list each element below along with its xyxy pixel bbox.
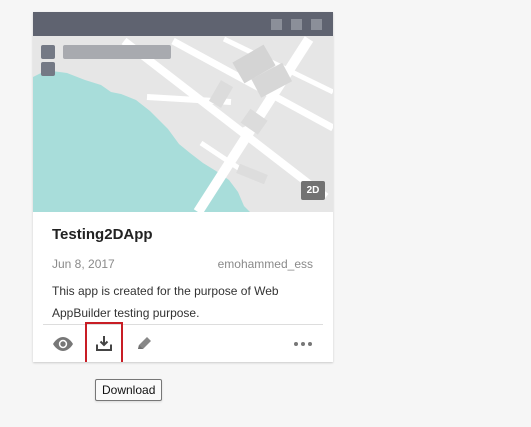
view-button[interactable]	[50, 331, 76, 357]
window-control-3	[311, 19, 322, 30]
app-date: Jun 8, 2017	[52, 257, 115, 271]
map-tool-button-2	[41, 62, 55, 76]
card-divider	[43, 324, 323, 325]
map-header-bar	[33, 12, 333, 36]
pencil-icon	[138, 337, 151, 349]
app-title[interactable]: Testing2DApp	[52, 226, 153, 243]
map-preview	[33, 12, 333, 212]
download-button[interactable]	[85, 322, 123, 362]
map-search-bar	[63, 45, 171, 59]
app-description: This app is created for the purpose of W…	[52, 284, 279, 320]
eye-icon	[53, 337, 73, 351]
download-tooltip: Download	[95, 379, 163, 401]
ellipsis-icon	[294, 342, 312, 346]
window-control-2	[291, 19, 302, 30]
app-thumbnail[interactable]: 2D	[33, 12, 333, 212]
download-icon	[96, 336, 112, 351]
app-owner[interactable]: emohammed_ess	[218, 257, 313, 271]
more-options-button[interactable]	[290, 331, 316, 357]
app-card: 2D Testing2DApp Jun 8, 2017 emohammed_es…	[33, 12, 333, 362]
map-tool-button-1	[41, 45, 55, 59]
edit-button[interactable]	[131, 331, 157, 357]
badge-2d: 2D	[301, 181, 325, 200]
window-control-1	[271, 19, 282, 30]
